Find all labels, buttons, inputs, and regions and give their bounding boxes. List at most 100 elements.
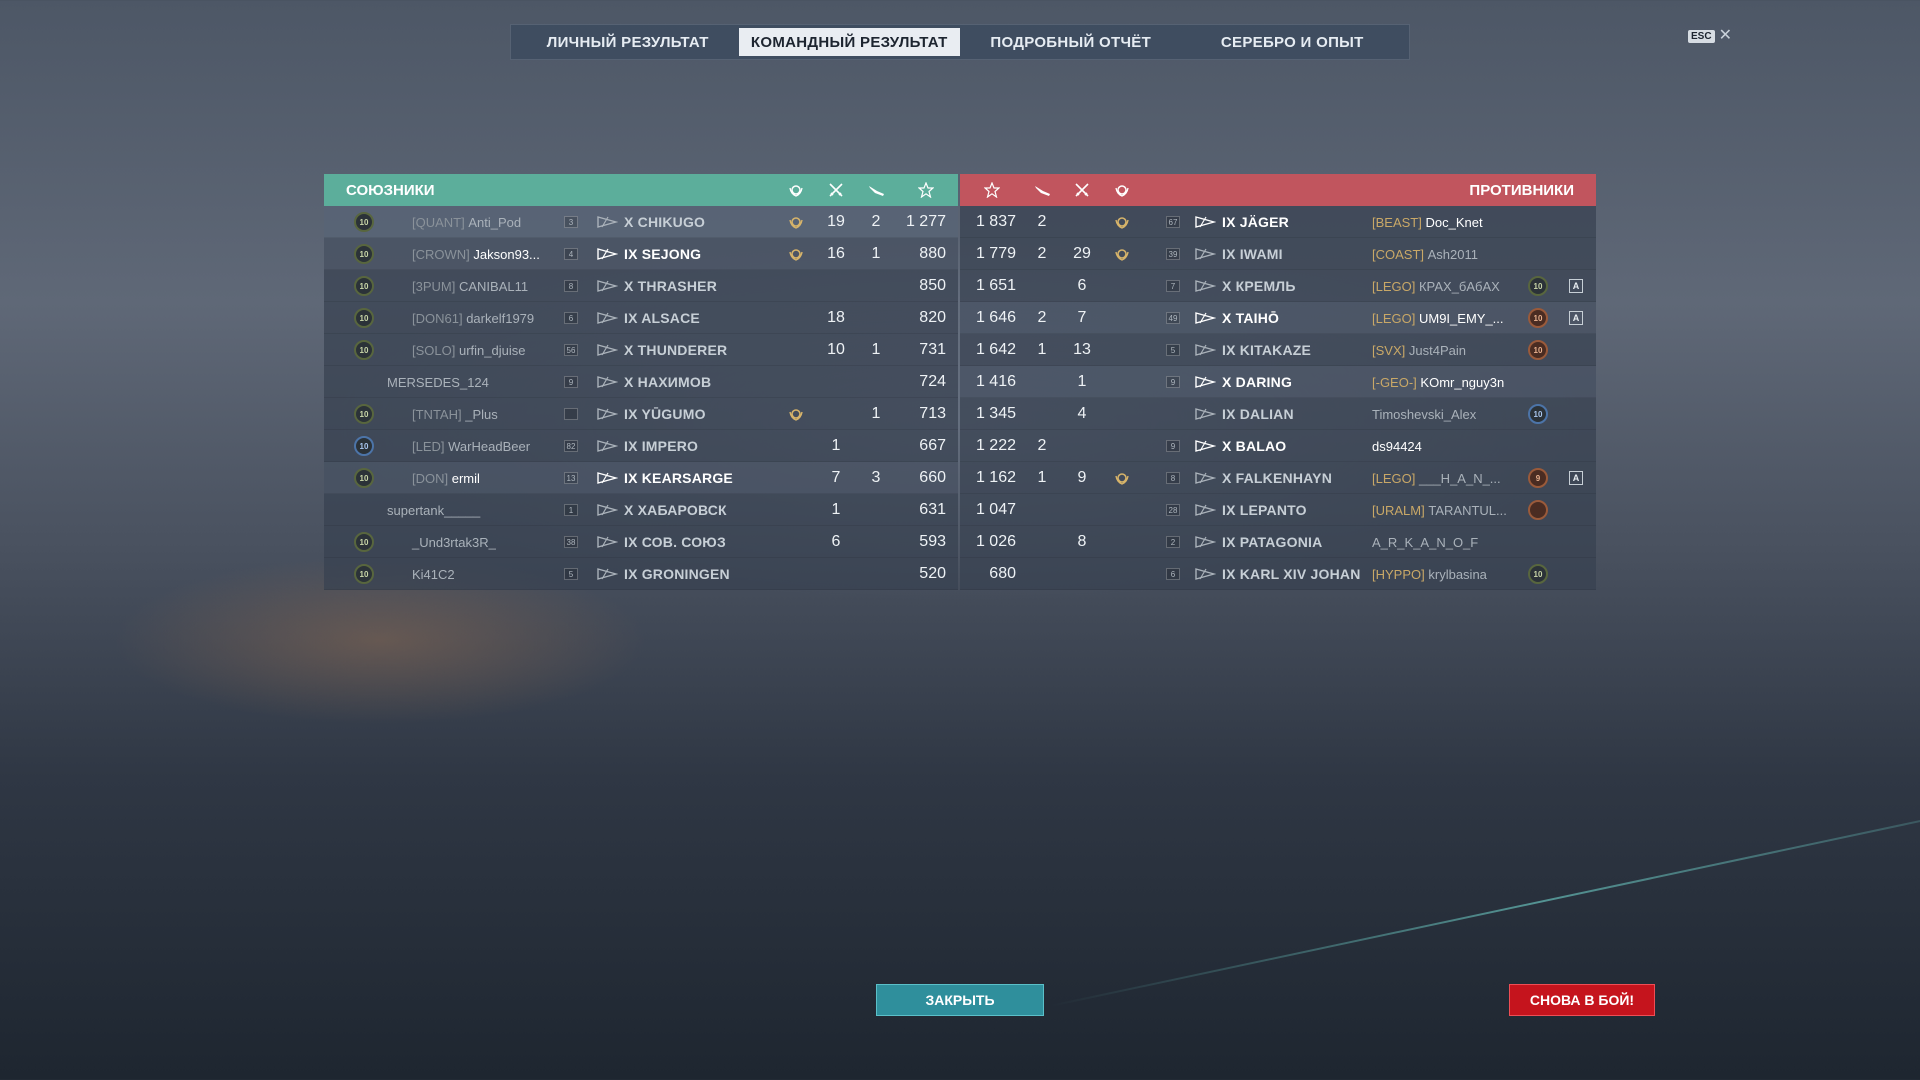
division-rank: 9	[1166, 376, 1180, 388]
ship-name: X BALAO	[1222, 438, 1287, 454]
enemy-row[interactable]: 1 779 2 29 39 IX IWAMI [COAST] Ash2011	[960, 238, 1596, 270]
level-badge-icon: 10	[354, 308, 374, 328]
clan-tag: [-GEO-]	[1372, 374, 1417, 390]
close-button[interactable]: ЗАКРЫТЬ	[876, 984, 1044, 1016]
ally-row[interactable]: 10 [SOLO] urfin_djuise 56 X THUNDERER 10 1 731	[324, 334, 958, 366]
player-nick: Doc_Knet	[1425, 214, 1483, 230]
clan-tag: [DON]	[412, 470, 449, 486]
allies-table: СОЮЗНИКИ 10 [QUANT] Anti_Pod 3 X CHIKUGO 19 2…	[324, 174, 958, 590]
division-rank: 38	[564, 536, 578, 548]
enemy-row[interactable]: 1 345 4 IX DALIAN Timoshevski_Alex 10	[960, 398, 1596, 430]
enemy-row[interactable]: 1 222 2 9 X BALAO ds94424	[960, 430, 1596, 462]
player-name[interactable]: [LEGO] UM9I_EMY_...	[1372, 302, 1504, 334]
ally-row[interactable]: 10 [LED] WarHeadBeer 82 IX IMPERO 1 667	[324, 430, 958, 462]
a-flag-icon: A	[1569, 471, 1583, 485]
ship-name: IX JÄGER	[1222, 214, 1289, 230]
battle-again-button[interactable]: СНОВА В БОЙ!	[1509, 984, 1655, 1016]
ally-row[interactable]: 10 _Und3rtak3R_ 38 IX СОВ. СОЮЗ 6 593	[324, 526, 958, 558]
kills-count: 13	[1073, 341, 1091, 358]
ally-row[interactable]: 10 [3PUM] CANIBAL11 8 X THRASHER 850	[324, 270, 958, 302]
enemy-row[interactable]: 1 642 1 13 5 IX KITAKAZE [SVX] Just4Pain 10	[960, 334, 1596, 366]
division-rank: 8	[1166, 472, 1180, 484]
ally-row[interactable]: 10 [QUANT] Anti_Pod 3 X CHIKUGO 19 2 1 277	[324, 206, 958, 238]
tab-personal-result[interactable]: ЛИЧНЫЙ РЕЗУЛЬТАТ	[517, 28, 739, 56]
player-name[interactable]: [SOLO] urfin_djuise	[412, 334, 525, 366]
ally-row[interactable]: 10 [CROWN] Jakson93... 4 IX SEJONG 16 1 880	[324, 238, 958, 270]
player-nick: Jakson93...	[473, 246, 540, 262]
enemy-row[interactable]: 1 162 1 9 8 X FALKENHAYN [LEGO] ___H_A_N_... 9…	[960, 462, 1596, 494]
player-name[interactable]: [TNTAH] _Plus	[412, 398, 498, 430]
ship-class-icon	[596, 535, 618, 549]
tab-detailed-report[interactable]: ПОДРОБНЫЙ ОТЧЁТ	[960, 28, 1182, 56]
kills-count	[821, 366, 851, 398]
player-name[interactable]: [BEAST] Doc_Knet	[1372, 206, 1483, 238]
planes-count	[1027, 366, 1057, 398]
clan-tag: [LEGO]	[1372, 278, 1416, 294]
xp-value: 1 345	[975, 405, 1016, 422]
ship-name: X CHIKUGO	[624, 214, 706, 230]
player-name[interactable]: [DON] ermil	[412, 462, 480, 494]
ship-class-icon	[596, 567, 618, 581]
player-name[interactable]: [LEGO] КРАХ_бАбАХ	[1372, 270, 1500, 302]
ship-class-icon	[596, 343, 618, 357]
level-badge-icon: 10	[354, 564, 374, 584]
player-name[interactable]: [LED] WarHeadBeer	[412, 430, 530, 462]
player-name[interactable]: [CROWN] Jakson93...	[412, 238, 540, 270]
ship-name: IX IMPERO	[624, 438, 699, 454]
player-name[interactable]: A_R_K_A_N_O_F	[1372, 526, 1478, 558]
enemy-row[interactable]: 1 651 6 7 X КРЕМЛЬ [LEGO] КРАХ_бАбАХ 10 A	[960, 270, 1596, 302]
player-name[interactable]: [3PUM] CANIBAL11	[412, 270, 528, 302]
laurel-medal-icon	[1110, 206, 1134, 238]
player-name[interactable]: [URALM] TARANTUL...	[1372, 494, 1507, 526]
player-nick: ermil	[451, 470, 480, 486]
ally-row[interactable]: 10 Ki41C2 5 IX GRONINGEN 520	[324, 558, 958, 590]
division-rank: 28	[1166, 504, 1180, 516]
enemy-row[interactable]: 1 047 28 IX LEPANTO [URALM] TARANTUL...	[960, 494, 1596, 526]
enemy-row[interactable]: 1 026 8 2 IX PATAGONIA A_R_K_A_N_O_F	[960, 526, 1596, 558]
player-nick: supertank_____	[387, 502, 481, 518]
player-name[interactable]: [QUANT] Anti_Pod	[412, 206, 521, 238]
ally-row[interactable]: 10 [TNTAH] _Plus IX YŪGUMO 1 713	[324, 398, 958, 430]
player-name[interactable]: [LEGO] ___H_A_N_...	[1372, 462, 1501, 494]
clan-tag: [CROWN]	[412, 246, 470, 262]
player-name[interactable]: Ki41C2	[412, 558, 455, 590]
player-name[interactable]: MERSEDES_124	[387, 366, 489, 398]
enemy-row[interactable]: 1 416 1 9 X DARING [-GEO-] KOmr_nguy3n	[960, 366, 1596, 398]
player-nick: WarHeadBeer	[448, 438, 531, 454]
division-rank: 49	[1166, 312, 1180, 324]
enemy-row[interactable]: 1 837 2 67 IX JÄGER [BEAST] Doc_Knet	[960, 206, 1596, 238]
tab-silver-xp[interactable]: СЕРЕБРО И ОПЫТ	[1182, 28, 1404, 56]
xp-value: 1 646	[975, 309, 1016, 326]
esc-close[interactable]: ESC ✕	[1688, 28, 1732, 44]
division-rank: 8	[564, 280, 578, 292]
player-nick: КРАХ_бАбАХ	[1418, 278, 1500, 294]
ally-row[interactable]: MERSEDES_124 9 X НАХИМОВ 724	[324, 366, 958, 398]
clan-tag: [URALM]	[1372, 502, 1425, 518]
kills-count: 4	[1077, 405, 1087, 422]
player-name[interactable]: [-GEO-] KOmr_nguy3n	[1372, 366, 1504, 398]
xp-value: 1 651	[975, 277, 1016, 294]
player-name[interactable]: ds94424	[1372, 430, 1422, 462]
ally-row[interactable]: 10 [DON61] darkelf1979 6 IX ALSACE 18 820	[324, 302, 958, 334]
player-nick: Anti_Pod	[468, 214, 522, 230]
enemy-row[interactable]: 680 6 IX KARL XIV JOHAN [HYPPO] krylbasina 1…	[960, 558, 1596, 590]
player-name[interactable]: Timoshevski_Alex	[1372, 398, 1476, 430]
kills-count: 1	[1077, 373, 1087, 390]
ship-class-icon	[596, 247, 618, 261]
kills-count	[821, 398, 851, 430]
division-rank	[564, 408, 578, 420]
player-name[interactable]: [HYPPO] krylbasina	[1372, 558, 1487, 590]
player-name[interactable]: [SVX] Just4Pain	[1372, 334, 1466, 366]
enemy-row[interactable]: 1 646 2 7 49 X TAIHŌ [LEGO] UM9I_EMY_... 10 A	[960, 302, 1596, 334]
ally-row[interactable]: 10 [DON] ermil 13 IX KEARSARGE 7 3 660	[324, 462, 958, 494]
ally-row[interactable]: supertank_____ 1 X ХАБАРОВСК 1 631	[324, 494, 958, 526]
ship-class-icon	[1194, 471, 1216, 485]
tab-team-result[interactable]: КОМАНДНЫЙ РЕЗУЛЬТАТ	[738, 28, 960, 56]
player-name[interactable]: [DON61] darkelf1979	[412, 302, 534, 334]
player-name[interactable]: _Und3rtak3R_	[412, 526, 496, 558]
close-icon[interactable]: ✕	[1719, 28, 1732, 44]
xp-value: 1 277	[905, 213, 946, 230]
player-name[interactable]: supertank_____	[387, 494, 480, 526]
kills-count: 8	[1077, 533, 1087, 550]
player-name[interactable]: [COAST] Ash2011	[1372, 238, 1478, 270]
